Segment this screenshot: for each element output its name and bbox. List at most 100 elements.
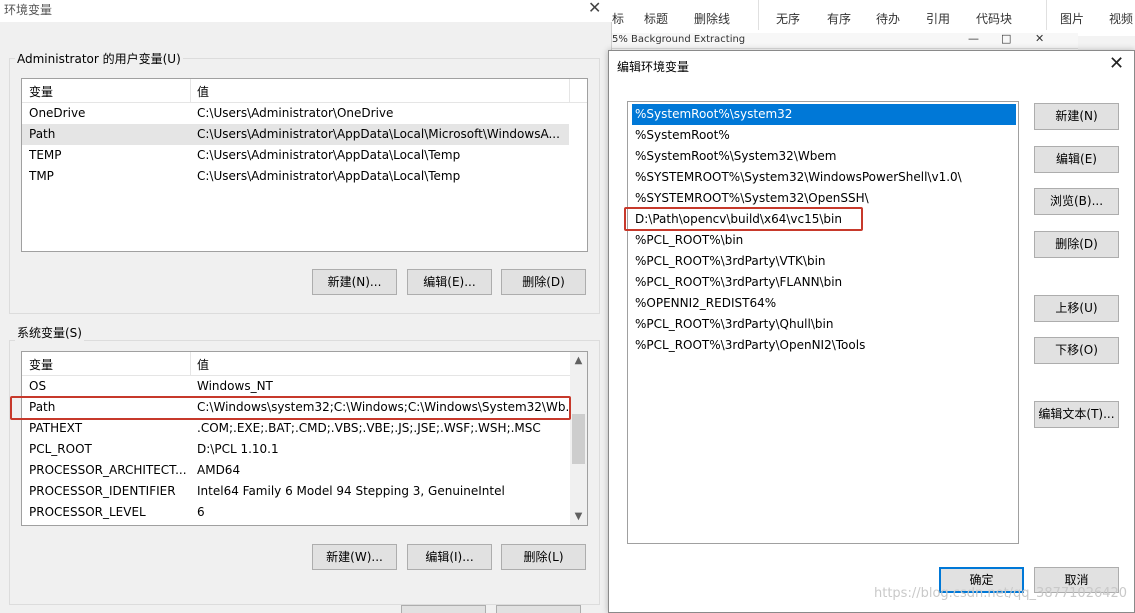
system-variables-label: 系统变量(S): [15, 324, 84, 341]
table-row[interactable]: PROCESSOR_ARCHITECT... AMD64: [22, 460, 587, 481]
scroll-down-icon[interactable]: ▼: [570, 508, 587, 525]
path-item[interactable]: %SystemRoot%\system32: [632, 104, 1016, 125]
toolbar-item[interactable]: 删除线: [694, 10, 730, 27]
system-edit-button[interactable]: 编辑(I)...: [407, 544, 492, 570]
highlight-annotation: [624, 207, 863, 231]
list-header: 变量 值: [22, 79, 587, 103]
variable-name: PROCESSOR_IDENTIFIER: [29, 484, 176, 498]
variable-name: OS: [29, 379, 47, 393]
table-row[interactable]: OneDrive C:\Users\Administrator\OneDrive: [22, 103, 587, 124]
variable-value: C:\Users\Administrator\AppData\Local\Mic…: [197, 127, 560, 141]
variable-value: Intel64 Family 6 Model 94 Stepping 3, Ge…: [197, 484, 505, 498]
column-header-name[interactable]: 变量: [29, 83, 53, 100]
variable-value: C:\Users\Administrator\AppData\Local\Tem…: [197, 169, 461, 183]
variable-value: C:\Users\Administrator\AppData\Local\Tem…: [197, 148, 461, 162]
variable-value: Windows_NT: [197, 379, 273, 393]
variable-value: D:\PCL 1.10.1: [197, 442, 279, 456]
watermark-text: https://blog.csdn.net/qq_38771026420: [874, 586, 1128, 601]
toolbar-item[interactable]: 标: [612, 10, 624, 27]
edit-text-button[interactable]: 编辑文本(T)...: [1034, 401, 1119, 428]
variable-value: C:\Users\Administrator\OneDrive: [197, 106, 394, 120]
user-new-button[interactable]: 新建(N)...: [312, 269, 397, 295]
variable-value: .COM;.EXE;.BAT;.CMD;.VBS;.VBE;.JS;.JSE;.…: [197, 421, 541, 435]
table-row[interactable]: PATHEXT .COM;.EXE;.BAT;.CMD;.VBS;.VBE;.J…: [22, 418, 587, 439]
variable-name: Path: [29, 127, 56, 141]
user-edit-button[interactable]: 编辑(E)...: [407, 269, 492, 295]
edit-environment-variable-dialog: 编辑环境变量 ✕ %SystemRoot%\system32 %SystemRo…: [608, 50, 1135, 613]
column-divider[interactable]: [569, 79, 570, 103]
system-delete-button[interactable]: 删除(L): [501, 544, 586, 570]
highlight-annotation: [10, 396, 571, 420]
close-icon[interactable]: ✕: [1035, 32, 1044, 45]
path-item[interactable]: %PCL_ROOT%\3rdParty\Qhull\bin: [632, 314, 1016, 335]
toolbar-item[interactable]: 无序: [776, 10, 800, 27]
move-up-button[interactable]: 上移(U): [1034, 295, 1119, 322]
path-item[interactable]: %OPENNI2_REDIST64%: [632, 293, 1016, 314]
column-header-name[interactable]: 变量: [29, 356, 53, 373]
table-row[interactable]: PROCESSOR_LEVEL 6: [22, 502, 587, 523]
table-row[interactable]: OS Windows_NT: [22, 376, 587, 397]
path-item[interactable]: %PCL_ROOT%\3rdParty\OpenNI2\Tools: [632, 335, 1016, 356]
background-editor-toolbar: 标 标题 删除线 无序 有序 待办 引用 代码块 图片 视频: [612, 0, 1135, 36]
table-row[interactable]: Path C:\Users\Administrator\AppData\Loca…: [22, 124, 569, 145]
environment-variables-dialog: 环境变量 ✕ Administrator 的用户变量(U) 变量 值 OneDr…: [0, 0, 612, 613]
variable-name: TMP: [29, 169, 54, 183]
ok-button-partial[interactable]: [401, 605, 486, 613]
toolbar-item[interactable]: 图片: [1060, 10, 1084, 27]
variable-name: TEMP: [29, 148, 62, 162]
variable-value: 6: [197, 505, 205, 519]
edit-button[interactable]: 编辑(E): [1034, 146, 1119, 173]
toolbar-item[interactable]: 标题: [644, 10, 668, 27]
vertical-scrollbar[interactable]: ▲ ▼: [570, 352, 587, 525]
close-icon[interactable]: ✕: [588, 0, 601, 17]
delete-button[interactable]: 删除(D): [1034, 231, 1119, 258]
toolbar-separator: [758, 0, 759, 30]
column-divider[interactable]: [190, 79, 191, 103]
toolbar-item[interactable]: 代码块: [976, 10, 1012, 27]
toolbar-item[interactable]: 视频: [1109, 10, 1133, 27]
list-header: 变量 值: [22, 352, 587, 376]
browse-button[interactable]: 浏览(B)...: [1034, 188, 1119, 215]
background-window-title: 5% Background Extracting: [612, 34, 746, 45]
path-list[interactable]: %SystemRoot%\system32 %SystemRoot% %Syst…: [627, 101, 1019, 544]
path-item[interactable]: %SystemRoot%: [632, 125, 1016, 146]
table-row[interactable]: PCL_ROOT D:\PCL 1.10.1: [22, 439, 587, 460]
system-new-button[interactable]: 新建(W)...: [312, 544, 397, 570]
minimize-icon[interactable]: —: [968, 32, 979, 45]
dialog-titlebar: 环境变量 ✕: [0, 0, 612, 22]
variable-name: PATHEXT: [29, 421, 83, 435]
variable-name: OneDrive: [29, 106, 86, 120]
scrollbar-thumb[interactable]: [572, 414, 585, 464]
toolbar-item[interactable]: 有序: [827, 10, 851, 27]
cancel-button-partial[interactable]: [496, 605, 581, 613]
path-item[interactable]: %PCL_ROOT%\3rdParty\FLANN\bin: [632, 272, 1016, 293]
path-item[interactable]: %SYSTEMROOT%\System32\OpenSSH\: [632, 188, 1016, 209]
dialog-title: 环境变量: [4, 3, 53, 17]
close-icon[interactable]: ✕: [1109, 53, 1124, 74]
user-variables-list[interactable]: 变量 值 OneDrive C:\Users\Administrator\One…: [21, 78, 588, 252]
path-item[interactable]: %SystemRoot%\System32\Wbem: [632, 146, 1016, 167]
variable-name: PROCESSOR_ARCHITECT...: [29, 463, 187, 477]
path-item[interactable]: %SYSTEMROOT%\System32\WindowsPowerShell\…: [632, 167, 1016, 188]
column-header-value[interactable]: 值: [197, 83, 209, 100]
user-delete-button[interactable]: 删除(D): [501, 269, 586, 295]
move-down-button[interactable]: 下移(O): [1034, 337, 1119, 364]
toolbar-separator: [1046, 0, 1047, 30]
system-variables-list[interactable]: 变量 值 OS Windows_NT Path C:\Windows\syste…: [21, 351, 588, 526]
new-button[interactable]: 新建(N): [1034, 103, 1119, 130]
background-window-titlebar: 5% Background Extracting — □ ✕: [608, 32, 1078, 49]
scroll-up-icon[interactable]: ▲: [570, 352, 587, 369]
column-divider[interactable]: [190, 352, 191, 376]
path-item[interactable]: %PCL_ROOT%\bin: [632, 230, 1016, 251]
toolbar-item[interactable]: 引用: [926, 10, 950, 27]
table-row[interactable]: TEMP C:\Users\Administrator\AppData\Loca…: [22, 145, 587, 166]
user-variables-label: Administrator 的用户变量(U): [15, 50, 183, 67]
table-row[interactable]: PROCESSOR_IDENTIFIER Intel64 Family 6 Mo…: [22, 481, 587, 502]
path-item[interactable]: %PCL_ROOT%\3rdParty\VTK\bin: [632, 251, 1016, 272]
table-row[interactable]: TMP C:\Users\Administrator\AppData\Local…: [22, 166, 587, 187]
variable-name: PROCESSOR_LEVEL: [29, 505, 146, 519]
toolbar-item[interactable]: 待办: [876, 10, 900, 27]
maximize-icon[interactable]: □: [1001, 32, 1011, 45]
column-header-value[interactable]: 值: [197, 356, 209, 373]
variable-name: PCL_ROOT: [29, 442, 92, 456]
